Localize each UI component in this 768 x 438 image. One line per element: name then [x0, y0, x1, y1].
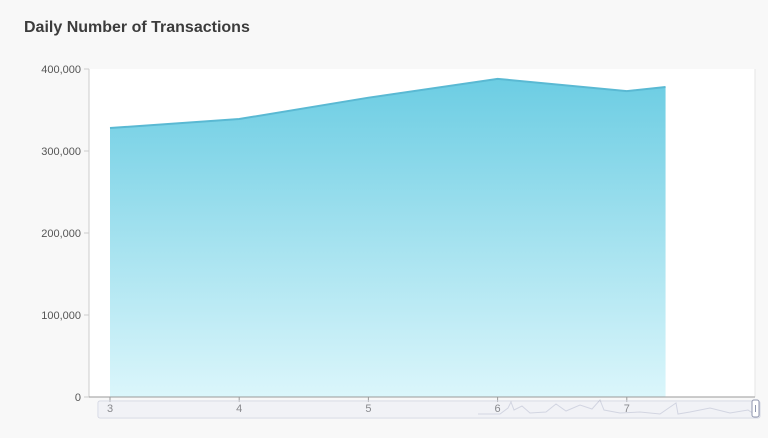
area-chart: 0100,000200,000300,000400,000 34567	[41, 64, 761, 419]
y-tick-label: 0	[75, 392, 81, 404]
area-fill	[110, 78, 666, 397]
y-tick-label: 100,000	[41, 310, 81, 322]
y-tick-label: 200,000	[41, 228, 81, 240]
y-tick-label: 300,000	[41, 146, 81, 158]
area-layer	[109, 77, 666, 397]
range-slider-window[interactable]	[98, 402, 758, 417]
y-tick-label: 400,000	[41, 64, 81, 76]
y-axis-ticks: 0 100,000 200,000 300,000 400,000	[41, 64, 89, 404]
range-slider[interactable]	[97, 399, 761, 419]
page: Daily Number of Transactions 0 100,000 200…	[0, 0, 768, 438]
